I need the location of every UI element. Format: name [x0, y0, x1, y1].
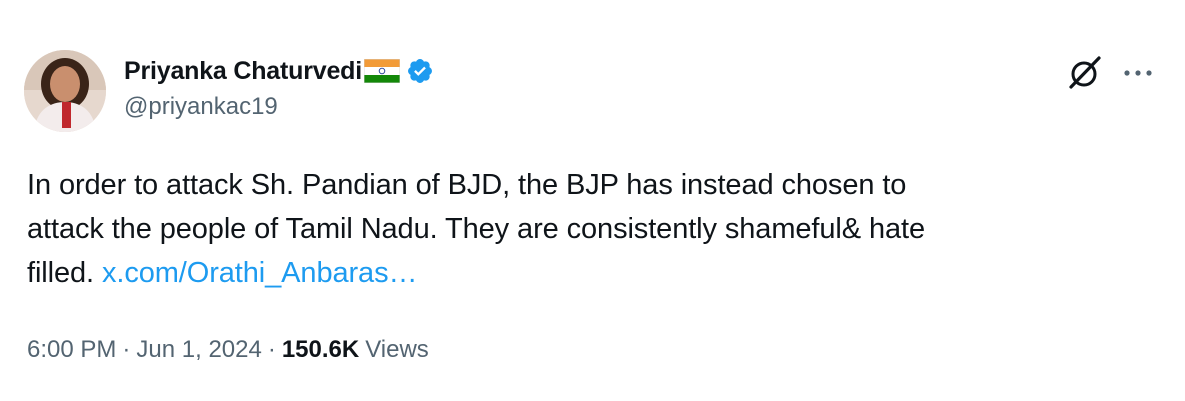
- tweet-link[interactable]: x.com/Orathi_Anbaras…: [102, 257, 418, 289]
- tweet-text-line: filled.: [27, 257, 94, 289]
- tweet-meta: 6:00 PM · Jun 1, 2024 · 150.6K Views: [27, 336, 429, 364]
- grok-icon[interactable]: [1065, 52, 1105, 92]
- more-icon[interactable]: [1118, 58, 1158, 88]
- avatar[interactable]: [24, 50, 106, 132]
- tweet-text-line: In order to attack Sh. Pandian of BJD, t…: [27, 169, 907, 201]
- author-handle[interactable]: @priyankac19: [124, 93, 278, 121]
- tweet-card: Priyanka Chaturvedi @priyankac19 In orde…: [0, 0, 1185, 401]
- meta-separator: ·: [267, 336, 276, 363]
- tweet-date[interactable]: Jun 1, 2024: [136, 336, 261, 364]
- tweet-text: In order to attack Sh. Pandian of BJD, t…: [27, 163, 1147, 295]
- display-name[interactable]: Priyanka Chaturvedi: [124, 57, 362, 86]
- author-name-row: Priyanka Chaturvedi: [124, 54, 434, 88]
- views-label: Views: [365, 336, 429, 363]
- views-count[interactable]: 150.6K: [282, 336, 359, 364]
- tweet-time[interactable]: 6:00 PM: [27, 336, 116, 364]
- avatar-image: [24, 50, 106, 132]
- india-flag-icon: [363, 59, 400, 83]
- tweet-text-line: attack the people of Tamil Nadu. They ar…: [27, 213, 925, 245]
- meta-separator: ·: [122, 336, 131, 363]
- verified-badge-icon[interactable]: [406, 57, 434, 85]
